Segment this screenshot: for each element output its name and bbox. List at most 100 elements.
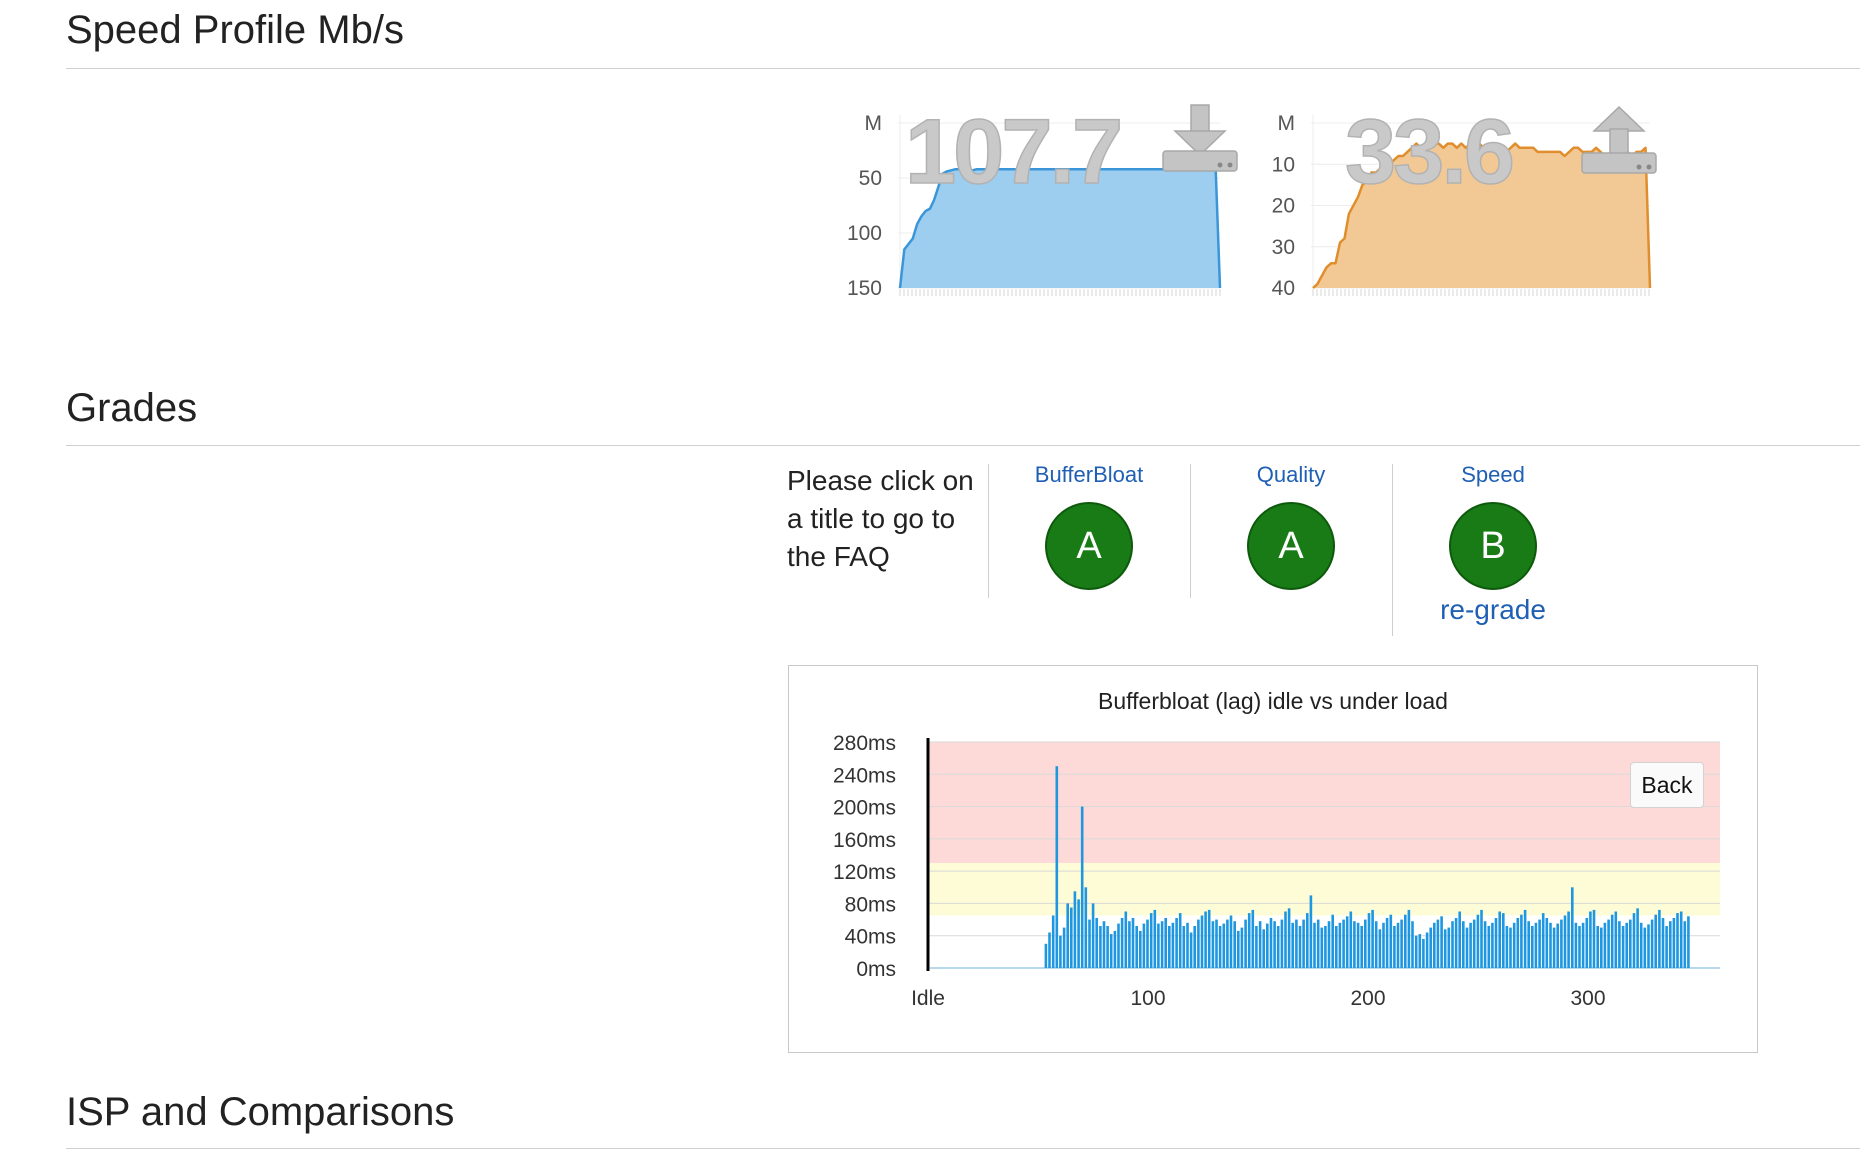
latency-bar [1255, 926, 1258, 968]
latency-bar [1447, 927, 1451, 968]
regrade-link[interactable]: re-grade [1393, 594, 1593, 626]
latency-bar [1414, 935, 1418, 968]
latency-bar [1157, 923, 1160, 968]
latency-bar [1621, 926, 1625, 968]
latency-bar [1491, 922, 1494, 968]
latency-bar [1483, 921, 1487, 968]
latency-bar [1331, 914, 1334, 968]
upload-speed-value: 33.6 [1345, 101, 1512, 203]
latency-bar [1247, 913, 1251, 968]
latency-bar [1676, 913, 1679, 968]
latency-bar [1469, 922, 1472, 968]
latency-bar [1182, 926, 1186, 968]
section-divider [66, 68, 1860, 69]
latency-bar [1149, 913, 1153, 968]
latency-bar [1160, 921, 1164, 968]
latency-bar [1059, 935, 1062, 968]
latency-bar [1679, 911, 1683, 968]
latency-bar [1625, 922, 1628, 968]
latency-bar [1117, 923, 1120, 968]
latency-bar [1226, 919, 1229, 968]
latency-bar [1244, 919, 1247, 968]
latency-bar [1276, 926, 1280, 968]
latency-bar [1269, 918, 1273, 968]
back-button[interactable]: Back [1630, 762, 1704, 808]
latency-bar [1465, 927, 1469, 968]
latency-bar [1567, 911, 1570, 968]
latency-bar [1451, 921, 1454, 968]
latency-bar [1683, 921, 1687, 968]
y-tick-label: 100 [847, 222, 882, 245]
latency-bar [1665, 926, 1668, 968]
y-tick-label: 80ms [845, 893, 896, 916]
latency-bar [1498, 911, 1501, 968]
y-tick-label: 150 [847, 277, 882, 300]
latency-bar [1240, 927, 1244, 968]
latency-bar [1531, 926, 1534, 968]
latency-bar [1578, 926, 1581, 968]
download-speed-value: 107.7 [905, 101, 1120, 203]
latency-bar [1077, 899, 1080, 968]
latency-bar [1654, 914, 1657, 968]
latency-bar [1193, 926, 1196, 968]
latency-bar [1581, 922, 1585, 968]
latency-bar [1552, 927, 1556, 968]
latency-bar [1062, 927, 1066, 968]
x-tick-label: 100 [1130, 987, 1165, 1010]
latency-bar [1629, 919, 1632, 968]
latency-bar [1422, 938, 1425, 968]
upload-icon [1581, 105, 1657, 174]
latency-bar [1102, 921, 1106, 968]
latency-bar [1618, 921, 1621, 968]
grades-help-line: the FAQ [787, 541, 890, 572]
latency-bar [1266, 923, 1269, 968]
latency-bar [1672, 918, 1676, 968]
latency-bar [1614, 911, 1618, 968]
grade-badge-bufferbloat: A [1045, 502, 1133, 590]
latency-bar [1636, 908, 1639, 968]
y-tick-label: 0ms [856, 958, 896, 981]
latency-bar [1603, 922, 1607, 968]
latency-bar [1476, 914, 1480, 968]
latency-bar [1091, 903, 1095, 968]
section-divider [66, 445, 1860, 446]
grade-speed: Speed B re-grade [1393, 462, 1593, 626]
latency-bar [1378, 929, 1382, 968]
latency-bar [1556, 923, 1559, 968]
latency-bar [1313, 922, 1316, 968]
latency-bar [1600, 927, 1603, 968]
latency-bar [1440, 916, 1443, 968]
x-ticks [899, 289, 1221, 296]
latency-bar [1128, 921, 1131, 968]
latency-bar [1335, 926, 1338, 968]
latency-bar [1342, 919, 1345, 968]
grade-title-quality[interactable]: Quality [1191, 462, 1391, 488]
latency-bar [1298, 926, 1302, 968]
latency-bar [1407, 909, 1411, 968]
y-tick-label: 240ms [833, 764, 896, 787]
y-tick-label: M [865, 112, 883, 135]
grade-title-bufferbloat[interactable]: BufferBloat [989, 462, 1189, 488]
latency-bar [1429, 927, 1432, 968]
y-tick-label: 160ms [833, 829, 896, 852]
latency-bar [1505, 926, 1509, 968]
latency-bar [1661, 918, 1665, 968]
latency-bar [1610, 914, 1614, 968]
latency-bar [1280, 919, 1284, 968]
latency-bar [1099, 926, 1102, 968]
latency-bar [1589, 911, 1592, 968]
latency-bar [1389, 914, 1393, 968]
grade-quality: Quality A [1191, 462, 1391, 590]
latency-bar [1458, 911, 1461, 968]
latency-bar [1135, 926, 1138, 968]
latency-bar [1385, 918, 1389, 968]
latency-bar [1541, 913, 1545, 968]
latency-bar [1200, 915, 1204, 968]
latency-bar [1291, 922, 1294, 968]
latency-bar [1574, 922, 1578, 968]
latency-bar [1316, 919, 1320, 968]
latency-bar [1433, 922, 1436, 968]
grade-title-speed[interactable]: Speed [1393, 462, 1593, 488]
latency-bar [1371, 909, 1374, 968]
latency-bar [1113, 930, 1117, 968]
